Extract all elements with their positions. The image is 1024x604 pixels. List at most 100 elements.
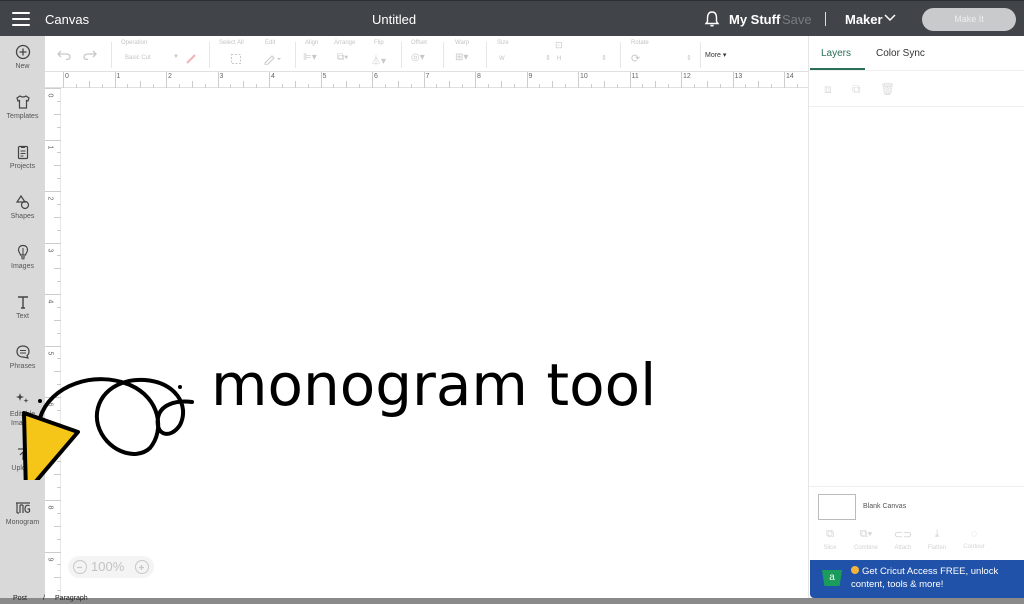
my-stuff-link[interactable]: My Stuff [729,12,780,27]
app-window: Canvas Untitled My Stuff Save Maker Make… [0,0,1024,604]
slice-icon: ⧉ [826,528,834,540]
sidebar-item-new[interactable]: New [0,44,45,70]
height-stepper[interactable]: ⇕ [601,54,607,62]
combine-label: Combine [853,545,878,551]
ruler-minor-tick [54,577,61,579]
ruler-label: 2 [168,73,172,80]
hamburger-menu-icon[interactable] [12,12,30,26]
tab-layers[interactable]: Layers [821,48,851,59]
zoom-in-button[interactable] [135,560,149,574]
machine-select[interactable]: Maker [845,12,883,27]
divider [809,70,1024,71]
align-icon[interactable]: ⊫▾ [303,52,317,63]
ruler-label: 6 [374,73,378,80]
edit-pencil-icon[interactable] [263,53,283,65]
toolbar-divider [401,42,402,68]
flatten-button[interactable]: ⤓ Flatten [917,528,957,551]
flatten-label: Flatten [927,545,947,551]
operation-select[interactable]: Basic Cut [125,55,151,61]
sidebar-item-projects[interactable]: Projects [0,144,45,170]
contour-button[interactable]: ◌ Contour [954,528,994,550]
ruler-label: 8 [46,505,54,510]
tab-color-sync[interactable]: Color Sync [876,48,925,59]
ruler-label: 1 [46,145,54,149]
divider [809,486,1024,487]
ruler-label: 9 [46,557,54,561]
ruler-minor-tick [140,81,142,88]
ruler-minor-tick [54,113,61,115]
flip-icon[interactable]: ⏃▾ [371,52,386,67]
breadcrumb-paragraph[interactable]: Paragraph [55,595,88,602]
promo-line-2: content, tools & more! [851,579,944,590]
sidebar-item-images[interactable]: Images [0,244,45,270]
size-label: Size [497,40,509,46]
offset-icon[interactable]: ◎▾ [411,52,425,63]
ruler-label: 12 [683,73,691,80]
select-all-icon[interactable] [230,53,242,65]
ruler-minor-tick [54,216,61,218]
toolbar-divider [443,42,444,68]
app-name: Canvas [45,12,90,27]
ruler-label: 0 [46,93,54,98]
pen-color-icon[interactable] [185,53,197,65]
arrange-icon[interactable]: ⧉▾ [337,52,348,63]
ruler-tick [217,72,219,88]
lock-aspect-icon[interactable]: ⊡ [555,40,563,51]
ruler-minor-tick [54,165,61,167]
combine-icon: ⧉▾ [859,528,873,540]
make-it-button[interactable]: Make It [922,8,1016,31]
cricut-access-promo[interactable]: a Get Cricut Access FREE, unlock content… [810,560,1024,598]
document-title[interactable]: Untitled [372,12,416,27]
layers-panel: Layers Color Sync ⧈ ⧉ 🗑 Blank Canvas ⧉ Sl… [808,36,1024,598]
combine-button[interactable]: ⧉▾ Combine [846,528,886,551]
rotate-icon[interactable]: ⟳ [631,52,640,65]
ruler-tick [372,72,373,88]
select-all-label: Select All [219,40,244,46]
plus-icon [139,565,144,570]
promo-line-1: Get Cricut Access FREE, unlock [862,566,999,577]
blank-canvas-swatch[interactable] [818,494,856,520]
undo-icon[interactable] [57,50,71,60]
sidebar-item-shapes[interactable]: Shapes [0,194,45,220]
ruler-label: 0 [65,73,69,80]
ruler-minor-tick [54,319,61,321]
ruler-tick [423,72,425,88]
sidebar-item-text[interactable]: Text [0,294,45,320]
slice-button[interactable]: ⧉ Slice [810,528,850,551]
ruler-minor-tick [603,81,605,88]
breadcrumb-post[interactable]: Post [13,595,27,602]
ruler-label: 13 [734,73,743,80]
toolbar-divider [295,42,296,68]
lightbulb-icon [17,244,28,260]
redo-icon[interactable] [83,50,97,60]
more-button[interactable]: More ▾ [705,51,726,59]
sidebar-item-label: Monogram [5,519,40,526]
shirt-icon [15,95,30,109]
chevron-down-icon[interactable] [884,13,896,23]
sidebar-item-monogram[interactable]: Monogram [0,500,45,526]
sidebar-item-label: Shapes [10,213,35,220]
cricut-access-logo-icon: a [822,570,842,586]
ruler-label: 2 [46,196,54,201]
sidebar-item-label: Images [11,263,34,270]
save-button[interactable]: Save [782,12,812,27]
dropdown-caret-icon[interactable]: ▼ [173,54,179,60]
ruler-minor-tick [54,268,61,270]
flatten-icon: ⤓ [934,528,940,540]
bell-icon[interactable] [704,10,720,28]
contour-label: Contour [963,544,985,550]
ruler-tick [629,72,631,88]
emoji-icon [851,566,859,574]
rotate-stepper[interactable]: ⇕ [686,54,692,62]
ruler-tick [681,72,682,88]
breadcrumb-bar: Post / Paragraph [0,595,1024,604]
ruler-minor-tick [243,81,245,88]
width-stepper[interactable]: ⇕ [545,54,551,62]
warp-icon[interactable]: ⊞▾ [455,52,468,63]
ruler-label: 1 [116,73,121,80]
sidebar-item-templates[interactable]: Templates [0,94,45,120]
duplicate-icon[interactable]: ⧉ [852,82,861,97]
zoom-out-button[interactable] [73,560,87,574]
group-icon[interactable]: ⧈ [824,82,832,97]
delete-icon[interactable]: 🗑 [880,82,895,96]
